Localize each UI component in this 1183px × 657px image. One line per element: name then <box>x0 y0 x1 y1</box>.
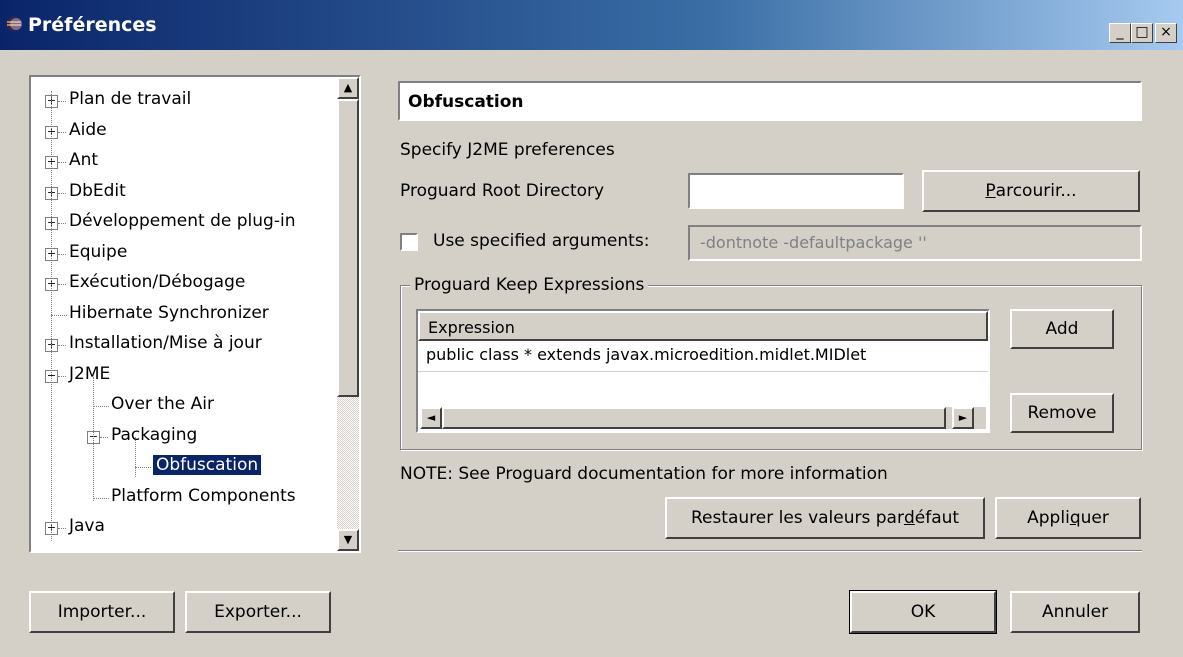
tree-list: + Plan de travail + Aide + Ant + DbEdit + Dévelop… <box>31 77 337 551</box>
preference-tree[interactable]: + Plan de travail + Aide + Ant + DbEdit + Dévelop… <box>29 75 361 553</box>
tree-item-label[interactable]: Java <box>69 516 105 536</box>
tree-connector <box>58 162 66 163</box>
tree-item-label[interactable]: Installation/Mise à jour <box>69 333 262 353</box>
tree-connector <box>58 375 66 377</box>
tree-item-label[interactable]: Plan de travail <box>69 89 191 109</box>
tree-connector <box>58 101 66 102</box>
page-title: Obfuscation <box>408 92 524 112</box>
window-title: Préférences <box>28 14 157 36</box>
tree-connector <box>93 497 109 499</box>
browse-mnemonic: P <box>985 181 996 201</box>
restore-pre: Restaurer les valeurs par <box>690 508 904 528</box>
apply-button[interactable]: Appli q uer <box>995 497 1141 539</box>
restore-post: éfaut <box>914 508 960 528</box>
tree-item-label[interactable]: DbEdit <box>69 181 126 201</box>
tree-item-label[interactable]: Développement de plug-in <box>69 211 295 231</box>
tree-item-label[interactable]: Hibernate Synchronizer <box>69 303 269 323</box>
apply-mnemonic: q <box>1069 508 1081 528</box>
root-dir-label: Proguard Root Directory <box>400 181 605 201</box>
ok-button[interactable]: OK <box>849 590 997 634</box>
tree-scroll-thumb[interactable] <box>337 99 359 397</box>
maximize-button[interactable]: □ <box>1131 23 1153 43</box>
tree-connector <box>100 436 108 438</box>
root-dir-input[interactable] <box>688 173 904 209</box>
browse-button[interactable]: Parcourir... <box>922 170 1140 212</box>
browse-post: arcourir... <box>995 181 1077 201</box>
tree-connector <box>93 377 94 501</box>
cancel-button[interactable]: Annuler <box>1010 591 1140 633</box>
close-button[interactable]: × <box>1155 23 1177 43</box>
apply-post: uer <box>1080 508 1109 528</box>
tree-item-label[interactable]: Exécution/Débogage <box>69 272 245 292</box>
tree-connector <box>51 91 52 541</box>
tree-item-label[interactable]: Aide <box>69 120 107 140</box>
scroll-down-icon[interactable]: ▼ <box>337 529 359 551</box>
tree-item-label[interactable]: Packaging <box>111 425 197 445</box>
group-title: Proguard Keep Expressions <box>410 275 649 295</box>
tree-item-label[interactable]: Equipe <box>69 242 127 262</box>
scroll-left-icon[interactable]: ◄ <box>420 407 442 429</box>
remove-button[interactable]: Remove <box>1010 393 1114 433</box>
tree-connector <box>93 406 109 407</box>
expression-table[interactable]: Expression public class * extends javax.… <box>416 309 990 433</box>
page-header: Obfuscation <box>398 81 1142 121</box>
tree-connector <box>58 284 66 285</box>
tree-item-label[interactable]: Ant <box>69 150 98 170</box>
tree-connector <box>58 253 66 255</box>
note-text: NOTE: See Proguard documentation for mor… <box>400 464 888 484</box>
export-button[interactable]: Exporter... <box>185 591 331 633</box>
scroll-up-icon[interactable]: ▲ <box>337 77 359 99</box>
use-args-checkbox[interactable] <box>400 233 418 251</box>
tree-connector <box>135 437 136 477</box>
tree-connector <box>58 131 66 133</box>
apply-pre: Appli <box>1027 508 1070 528</box>
tree-item-label[interactable]: Over the Air <box>111 394 214 414</box>
tree-connector <box>58 345 66 346</box>
table-header-expression[interactable]: Expression <box>418 311 988 341</box>
separator <box>398 550 1142 552</box>
row-divider <box>418 371 988 372</box>
tree-connector <box>58 192 66 194</box>
import-button[interactable]: Importer... <box>29 591 175 633</box>
tree-item-label[interactable]: J2ME <box>69 364 110 384</box>
restore-defaults-button[interactable]: Restaurer les valeurs par d éfaut <box>665 497 985 539</box>
tree-item-label[interactable]: Platform Components <box>111 486 296 506</box>
table-scroll-thumb[interactable] <box>442 407 946 429</box>
tree-item-label[interactable]: Obfuscation <box>151 454 263 476</box>
table-hscrollbar[interactable]: ◄ ► <box>420 407 986 429</box>
add-button[interactable]: Add <box>1010 309 1114 349</box>
tree-connector <box>135 467 151 468</box>
restore-mnemonic: d <box>903 508 915 528</box>
tree-vscrollbar[interactable]: ▲ ▼ <box>337 77 359 551</box>
eclipse-icon <box>6 16 22 32</box>
minimize-button[interactable]: _ <box>1109 23 1131 43</box>
tree-connector <box>58 528 66 529</box>
scroll-right-icon[interactable]: ► <box>952 407 974 429</box>
page-description: Specify J2ME preferences <box>400 140 615 160</box>
args-input: -dontnote -defaultpackage '' <box>688 225 1142 261</box>
tree-connector <box>51 314 67 316</box>
use-args-label[interactable]: Use specified arguments: <box>433 231 649 251</box>
title-bar[interactable]: Préférences _ □ × <box>0 0 1183 50</box>
table-row[interactable]: public class * extends javax.microeditio… <box>426 345 866 364</box>
tree-connector <box>58 223 66 224</box>
